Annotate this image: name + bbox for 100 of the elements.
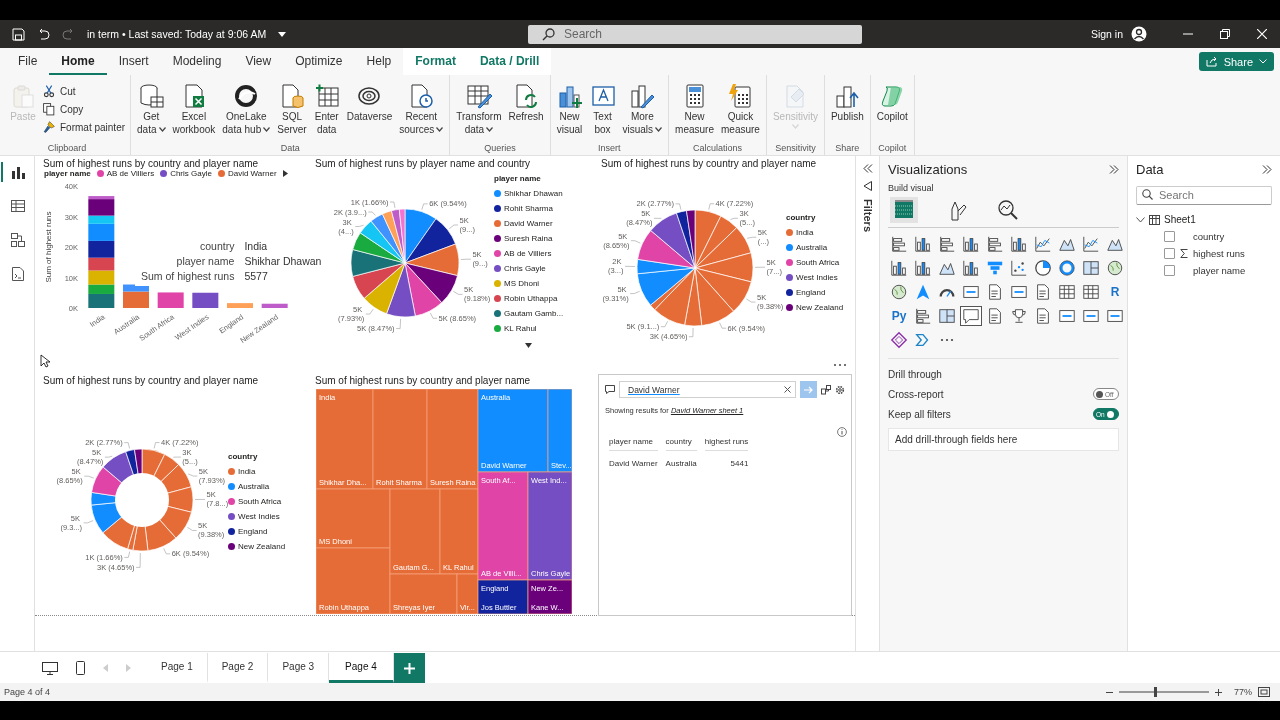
option-label: Keep all filters — [888, 408, 951, 420]
axis-title: Sum of highest runs — [44, 211, 53, 283]
legend-title: player name — [44, 169, 91, 178]
legend-label[interactable]: Australia — [238, 482, 270, 491]
visual-title: Sum of highest runs by country and player name — [42, 374, 260, 388]
ribbon-button[interactable]: Enter data — [310, 81, 343, 137]
group-label: Data — [279, 143, 301, 155]
ribbon-button[interactable]: New measure — [672, 81, 717, 137]
search-field[interactable]: Search — [1136, 185, 1272, 205]
legend-title: country — [786, 213, 817, 222]
ribbon-button[interactable]: Excel workbook — [169, 81, 219, 137]
ribbon-button[interactable]: Quick measure — [718, 81, 763, 137]
tooltip-label: player name — [175, 255, 235, 267]
section-label: Build visual — [888, 183, 935, 193]
legend-label[interactable]: AB de Villiers — [106, 169, 155, 178]
ribbon-tab[interactable]: File — [6, 48, 50, 75]
pane-title: Data — [1136, 162, 1164, 177]
legend-label[interactable]: India — [796, 228, 814, 237]
field-name[interactable]: country — [1193, 231, 1225, 242]
ribbon-tab[interactable]: Data / Drill — [467, 48, 552, 75]
group-label: Share — [834, 143, 861, 155]
sign-in-link[interactable]: Sign in — [1090, 28, 1123, 40]
legend-label[interactable]: New Zealand — [238, 542, 286, 551]
tooltip-value: 5577 — [244, 270, 269, 282]
table-name[interactable]: Sheet1 — [1164, 214, 1196, 225]
legend-label[interactable]: England — [796, 288, 826, 297]
legend-title: player name — [494, 174, 542, 183]
pane-title: Visualizations — [888, 162, 968, 177]
group-label: Queries — [483, 143, 517, 155]
legend-label[interactable]: Chris Gayle — [170, 169, 212, 178]
ribbon-tab[interactable]: Format — [403, 48, 468, 75]
table-cell-text: 5441 — [729, 459, 749, 468]
ribbon-button[interactable]: Get data — [134, 81, 169, 137]
legend-label[interactable]: England — [238, 527, 268, 536]
share-button[interactable]: Share — [1198, 52, 1274, 71]
ribbon-button[interactable]: Format painter — [40, 119, 128, 135]
legend-label[interactable]: Australia — [796, 243, 828, 252]
legend-label[interactable]: Gautam Gamb... — [504, 309, 564, 318]
column-header[interactable]: country — [665, 437, 697, 451]
drop-zone[interactable]: Add drill-through fields here — [888, 428, 1119, 451]
ribbon-tab[interactable]: Insert — [106, 48, 161, 75]
legend-label[interactable]: West Indies — [796, 273, 838, 282]
legend-label[interactable]: MS Dhoni — [504, 279, 540, 288]
legend-label[interactable]: Suresh Raina — [504, 234, 553, 243]
table-cell: David Warner — [609, 459, 658, 468]
legend-label[interactable]: South Africa — [796, 258, 840, 267]
page-indicator: Page 4 of 4 — [4, 687, 51, 697]
column-header[interactable]: highest runs — [704, 437, 749, 451]
legend-label[interactable]: Rohit Sharma — [504, 204, 553, 213]
ribbon-button[interactable]: Text box — [586, 81, 619, 137]
page-tab[interactable]: Page 4 — [329, 653, 394, 683]
document-title[interactable]: in term • Last saved: Today at 9:06 AM — [87, 28, 267, 40]
ribbon-tab[interactable]: Modeling — [160, 48, 234, 75]
tooltip-value: India — [244, 240, 269, 252]
legend-label[interactable]: South Africa — [238, 497, 282, 506]
ribbon-button[interactable]: OneLake data hub — [219, 81, 274, 137]
visual-title: Sum of highest runs by country and player name — [42, 157, 260, 169]
group-label: Calculations — [692, 143, 743, 155]
search-field[interactable]: Search — [528, 24, 862, 44]
group-label: Sensitivity — [774, 143, 817, 155]
column-header[interactable]: player name — [609, 437, 658, 451]
legend-label[interactable]: Shikhar Dhawan — [504, 189, 563, 198]
legend-label[interactable]: KL Rahul — [504, 324, 537, 333]
legend-label[interactable]: Robin Uthappa — [504, 294, 558, 303]
ribbon-button[interactable]: Publish — [827, 81, 867, 124]
field-name[interactable]: player name — [1193, 265, 1246, 276]
zoom-level: 77% — [1234, 687, 1252, 697]
legend-label[interactable]: David Warner — [227, 169, 277, 178]
legend-label[interactable]: David Warner — [504, 219, 553, 228]
visual-type-button[interactable]: R — [1104, 282, 1126, 302]
section-label: Drill through — [888, 369, 943, 380]
tooltip-value: Shikhar Dhawan — [244, 255, 322, 267]
legend-label[interactable]: AB de Villiers — [504, 249, 552, 258]
group-label: Clipboard — [46, 143, 88, 155]
ribbon-button[interactable]: New visual — [553, 81, 586, 137]
field-name[interactable]: highest runs — [1193, 248, 1245, 259]
ribbon-button[interactable]: Recent sources — [396, 81, 447, 137]
legend-label[interactable]: India — [238, 467, 256, 476]
ribbon-tab[interactable]: Optimize — [283, 48, 355, 75]
legend-label[interactable]: West Indies — [238, 512, 280, 521]
option-label: Cross-report — [888, 388, 944, 400]
legend-label[interactable]: New Zealand — [796, 303, 844, 312]
question-field[interactable]: David Warner — [619, 381, 796, 398]
ribbon-button[interactable]: More visuals — [619, 81, 666, 137]
ribbon-button[interactable]: Refresh — [505, 81, 547, 124]
ribbon-button[interactable]: Copilot — [873, 81, 911, 124]
visual-title: Sum of highest runs by country and player name — [600, 157, 818, 171]
ribbon-button[interactable]: Cut — [40, 83, 128, 99]
legend-label[interactable]: Chris Gayle — [504, 264, 546, 273]
visual-title: Sum of highest runs by country and player name — [314, 374, 532, 388]
table-cell: Australia — [665, 459, 697, 468]
ribbon-button[interactable]: Copy — [40, 101, 128, 117]
visual-type-button[interactable]: Py — [888, 306, 910, 326]
ribbon-button[interactable]: Dataverse — [343, 81, 396, 124]
ribbon-tab[interactable]: Help — [354, 48, 404, 75]
ribbon-button[interactable]: Transform data — [453, 81, 505, 137]
ribbon-button[interactable]: SQL Server — [274, 81, 310, 137]
group-label: Insert — [597, 143, 622, 155]
filters-tab[interactable]: Filters — [861, 199, 874, 232]
ribbon-tab[interactable]: View — [233, 48, 284, 75]
